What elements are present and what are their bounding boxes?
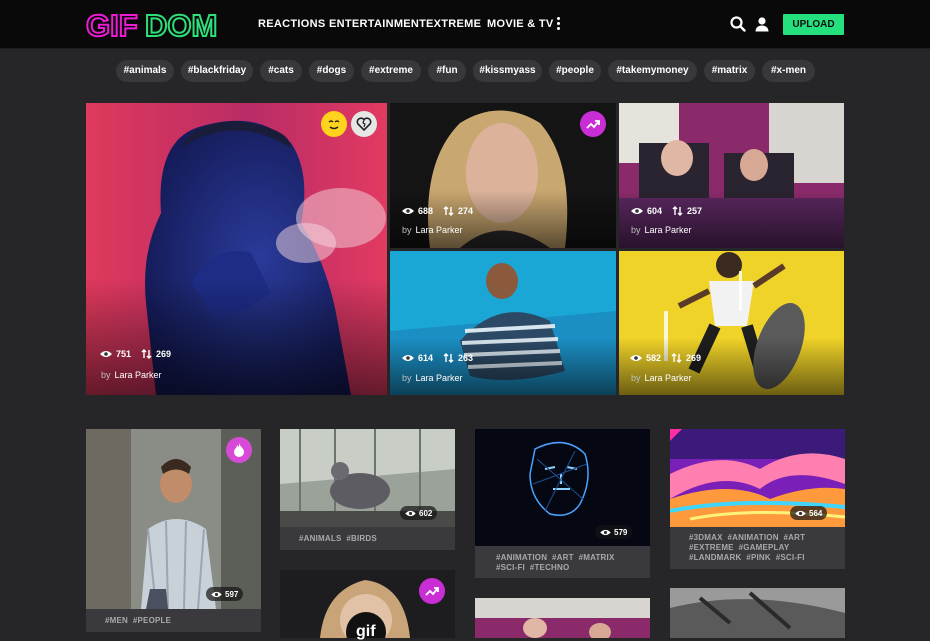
gifdom-logo[interactable]: GIF DOM xyxy=(86,9,229,41)
author-name[interactable]: Lara Parker xyxy=(416,373,463,383)
author-name[interactable]: Lara Parker xyxy=(115,370,162,380)
featured-gif-tile[interactable]: 582 269 by Lara Parker xyxy=(619,251,844,395)
tag-pill[interactable]: #people xyxy=(549,60,601,82)
eye-icon xyxy=(600,529,611,535)
author-line: by Lara Parker xyxy=(101,370,162,380)
featured-gif-tile[interactable]: 688 274 by Lara Parker xyxy=(390,103,616,248)
share-arrows-icon xyxy=(672,206,683,216)
upload-button[interactable]: UPLOAD xyxy=(783,14,844,35)
tag-pill[interactable]: #takemymoney xyxy=(608,60,697,82)
view-count-badge: 564 xyxy=(790,506,828,520)
fire-icon[interactable] xyxy=(226,437,252,463)
eye-icon xyxy=(100,351,112,357)
card-tags[interactable]: #ANIMATION #ART #MATRIX #SCI-FI #TECHNO xyxy=(475,546,650,578)
user-icon[interactable] xyxy=(754,16,770,32)
tag-pill[interactable]: #animals xyxy=(116,60,174,82)
view-count-badge: 597 xyxy=(206,587,244,601)
gif-card[interactable] xyxy=(670,588,845,638)
view-count: 604 xyxy=(647,206,663,216)
eye-icon xyxy=(630,355,642,361)
tag-pill[interactable]: #kissmyass xyxy=(473,60,542,82)
logo-gif-text: GIF xyxy=(86,9,138,41)
tag-pill[interactable]: #blackfriday xyxy=(181,60,253,82)
gif-stats: 604 257 xyxy=(631,206,702,216)
share-arrows-icon xyxy=(141,349,152,359)
tag-pill[interactable]: #cats xyxy=(260,60,302,82)
heart-broken-icon[interactable] xyxy=(351,111,377,137)
gif-card[interactable]: 564 #3DMAX #ANIMATION #ART #EXTREME #GAM… xyxy=(670,429,845,569)
card-tags[interactable]: #ANIMALS #BIRDS xyxy=(280,527,455,550)
smiley-icon[interactable] xyxy=(321,111,347,137)
share-arrows-icon xyxy=(443,353,454,363)
eye-icon xyxy=(211,591,222,597)
view-count-badge: 579 xyxy=(595,525,633,539)
nav-movie-tv[interactable]: MOVIE & TV xyxy=(487,18,554,30)
author-line: by Lara Parker xyxy=(402,373,463,383)
gif-stats: 582 269 xyxy=(630,353,701,363)
share-count: 257 xyxy=(687,206,703,216)
nav-entertainment[interactable]: ENTERTAINMENT xyxy=(329,18,426,30)
view-count: 751 xyxy=(116,349,132,359)
card-tags[interactable]: #MEN #PEOPLE xyxy=(86,609,261,632)
gif-card[interactable]: 602 #ANIMALS #BIRDS xyxy=(280,429,455,550)
tag-bar: #animals #blackfriday #cats #dogs #extre… xyxy=(0,60,930,82)
gif-thumbnail xyxy=(670,588,845,638)
gif-card[interactable]: 579 #ANIMATION #ART #MATRIX #SCI-FI #TEC… xyxy=(475,429,650,578)
author-name[interactable]: Lara Parker xyxy=(645,373,692,383)
share-count: 269 xyxy=(686,353,702,363)
tag-pill[interactable]: #matrix xyxy=(704,60,755,82)
view-count: 688 xyxy=(418,206,434,216)
share-count: 263 xyxy=(458,353,474,363)
gif-stats: 688 274 xyxy=(402,206,473,216)
eye-icon xyxy=(402,355,414,361)
tag-pill[interactable]: #dogs xyxy=(309,60,354,82)
author-name[interactable]: Lara Parker xyxy=(645,225,692,235)
author-line: by Lara Parker xyxy=(631,373,692,383)
author-line: by Lara Parker xyxy=(402,225,463,235)
share-arrows-icon xyxy=(443,206,454,216)
gif-overlay-label: gif xyxy=(356,623,376,640)
tag-pill[interactable]: #extreme xyxy=(361,60,421,82)
gif-stats: 751 269 xyxy=(100,349,171,359)
share-count: 269 xyxy=(156,349,172,359)
featured-gif-tile[interactable]: 614 263 by Lara Parker xyxy=(390,251,616,395)
author-line: by Lara Parker xyxy=(631,225,692,235)
tag-pill[interactable]: #fun xyxy=(428,60,466,82)
gif-stats: 614 263 xyxy=(402,353,473,363)
card-tags[interactable]: #3DMAX #ANIMATION #ART #EXTREME #GAMEPLA… xyxy=(670,527,845,569)
share-arrows-icon xyxy=(671,353,682,363)
gif-card[interactable]: gif xyxy=(280,570,455,640)
trending-icon[interactable] xyxy=(580,111,606,137)
eye-icon xyxy=(631,208,643,214)
tag-pill[interactable]: #x-men xyxy=(762,60,815,82)
trending-icon[interactable] xyxy=(419,578,445,604)
eye-icon xyxy=(795,510,806,516)
gif-thumbnail xyxy=(475,598,650,638)
author-name[interactable]: Lara Parker xyxy=(416,225,463,235)
gif-card[interactable] xyxy=(475,598,650,638)
search-icon[interactable] xyxy=(730,16,746,32)
view-count: 582 xyxy=(646,353,662,363)
eye-icon xyxy=(405,510,416,516)
top-navbar: GIF DOM REACTIONS ENTERTAINMENT EXTREME … xyxy=(0,0,930,49)
share-count: 274 xyxy=(458,206,474,216)
featured-gif-tile[interactable]: 751 269 by Lara Parker xyxy=(86,103,387,395)
eye-icon xyxy=(402,208,414,214)
more-menu-icon[interactable] xyxy=(555,17,561,33)
logo-dom-text: DOM xyxy=(145,9,217,41)
nav-extreme[interactable]: EXTREME xyxy=(426,18,481,30)
gif-card[interactable]: 597 #MEN #PEOPLE xyxy=(86,429,261,632)
nav-reactions[interactable]: REACTIONS xyxy=(258,18,325,30)
featured-gif-tile[interactable]: 604 257 by Lara Parker xyxy=(619,103,844,248)
view-count-badge: 602 xyxy=(400,506,438,520)
view-count: 614 xyxy=(418,353,434,363)
